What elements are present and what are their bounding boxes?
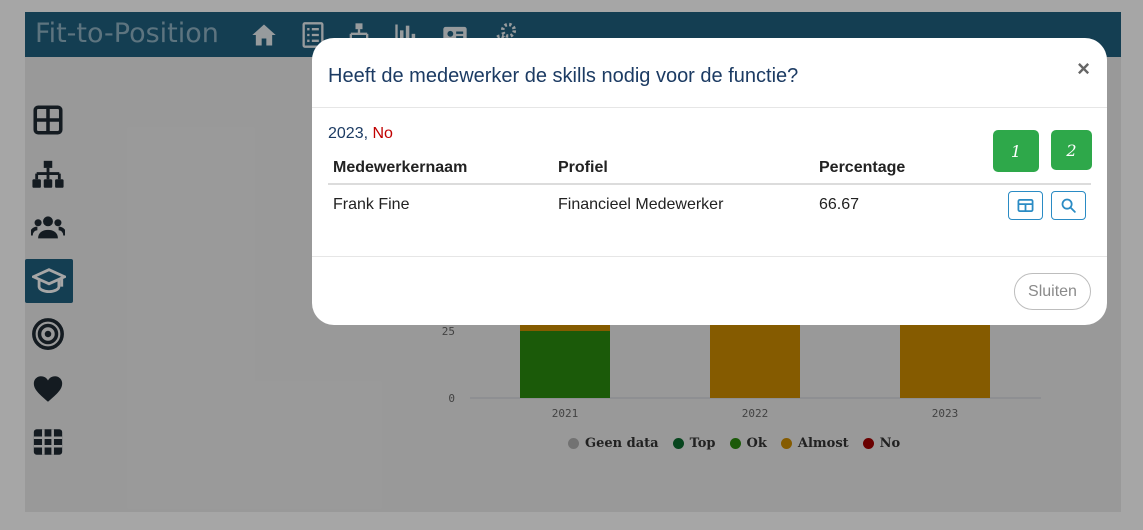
page-button-1[interactable]: 1 <box>993 130 1039 172</box>
footer-divider <box>312 256 1107 257</box>
close-dialog-button[interactable]: Sluiten <box>1014 273 1091 310</box>
page-button-2[interactable]: 2 <box>1051 130 1092 170</box>
column-header-profile[interactable]: Profiel <box>558 159 608 177</box>
cell-name: Frank Fine <box>333 196 410 213</box>
subtitle-status: No <box>372 125 393 142</box>
view-table-button[interactable] <box>1008 191 1043 220</box>
table-icon <box>1017 198 1034 213</box>
cell-profile: Financieel Medewerker <box>558 196 724 213</box>
cell-percentage: 66.67 <box>819 196 860 213</box>
view-details-button[interactable] <box>1051 191 1086 220</box>
column-header-name[interactable]: Medewerkernaam <box>333 159 467 177</box>
dialog-title: Heeft de medewerker de skills nodig voor… <box>328 65 799 87</box>
column-header-percentage[interactable]: Percentage <box>819 159 905 177</box>
dialog-subtitle: 2023, No <box>328 125 393 143</box>
close-icon[interactable]: × <box>1077 56 1090 82</box>
subtitle-year: 2023 <box>328 125 364 142</box>
skills-dialog: Heeft de medewerker de skills nodig voor… <box>312 38 1107 325</box>
table-header-divider <box>328 183 1091 185</box>
search-icon <box>1061 198 1076 213</box>
header-divider <box>312 107 1107 108</box>
